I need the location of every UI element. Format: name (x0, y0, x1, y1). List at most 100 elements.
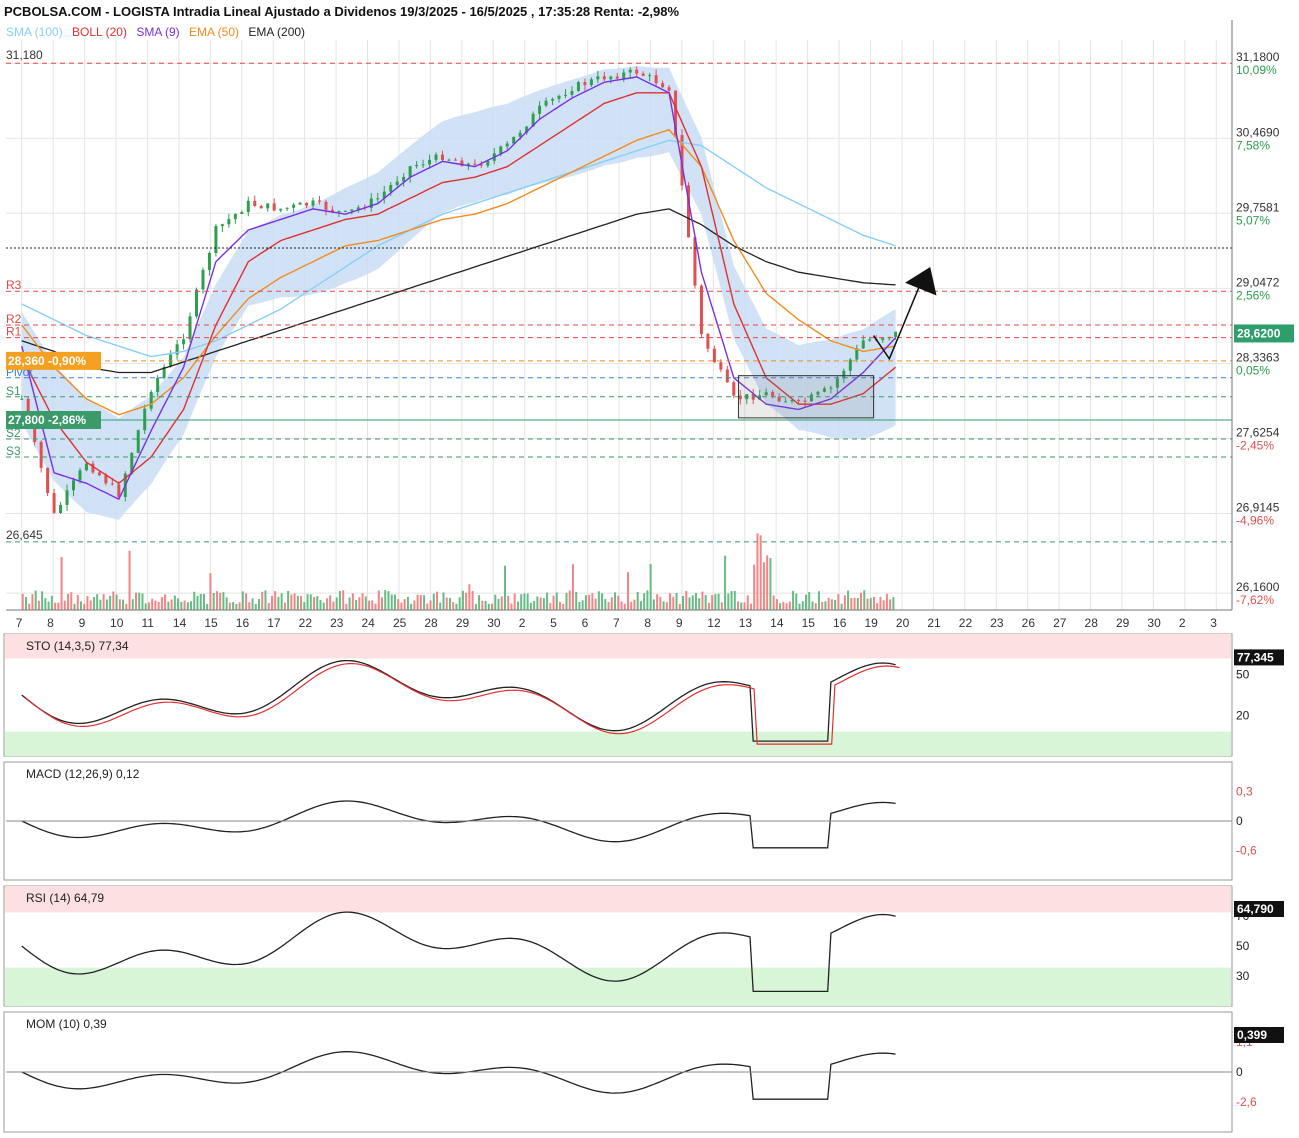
volume-bar (529, 602, 532, 610)
volume-bar (759, 535, 762, 610)
price-tick-label: 27,6254 (1236, 425, 1280, 439)
volume-bar (60, 556, 63, 610)
volume-bar (643, 593, 646, 610)
volume-bar (688, 597, 691, 610)
x-tick-label: 22 (299, 616, 313, 630)
volume-bar (879, 596, 882, 610)
volume-bar (707, 602, 710, 610)
min-label: 26,645 (6, 528, 43, 542)
volume-bar (358, 597, 361, 610)
sto-band (5, 634, 1231, 659)
legend-ema200: EMA (200) (248, 25, 306, 39)
volume-bar (306, 594, 309, 610)
volume-bar (652, 599, 655, 610)
candle-body (110, 483, 114, 485)
volume-bar (232, 602, 235, 610)
candle-body (861, 340, 865, 349)
volume-bar (675, 592, 678, 610)
legend-ema50: EMA (50) (189, 25, 240, 39)
volume-bar (869, 598, 872, 610)
volume-bar (691, 595, 694, 610)
volume-bar (92, 597, 95, 610)
candle-body (143, 408, 147, 431)
volume-bar (67, 593, 70, 610)
volume-bar (733, 590, 736, 610)
volume-bar (753, 564, 756, 610)
x-tick-label: 29 (1116, 616, 1130, 630)
current-price-label: 28,6200 (1237, 326, 1281, 340)
x-tick-label: 14 (173, 616, 187, 630)
candle-body (499, 146, 503, 154)
volume-bar (860, 592, 863, 610)
volume-bar (228, 602, 231, 610)
price-tick-pct: 0,05% (1236, 363, 1270, 377)
x-tick-label: 30 (1147, 616, 1161, 630)
volume-bar (316, 596, 319, 610)
volume-bar (167, 601, 170, 610)
volume-bar (245, 593, 248, 610)
volume-bar (400, 602, 403, 610)
volume-bar (788, 601, 791, 610)
volume-bar (620, 601, 623, 610)
volume-bar (892, 597, 895, 610)
candle-body (343, 210, 347, 212)
candle-body (156, 377, 160, 392)
x-tick-label: 30 (487, 616, 501, 630)
volume-bar (756, 533, 759, 610)
volume-bar (387, 591, 390, 610)
volume-bar (523, 593, 526, 610)
volume-bar (604, 598, 607, 610)
candle-body (72, 480, 76, 491)
volume-bar (432, 593, 435, 610)
volume-bar (313, 596, 316, 610)
price-tick-label: 26,1600 (1236, 580, 1280, 594)
candle-body (195, 289, 199, 317)
volume-bar (623, 603, 626, 610)
x-tick-label: 15 (204, 616, 218, 630)
volume-bar (817, 591, 820, 610)
chart-canvas: R3R2R1PivotS1S2S331,18026,64528,360 -0,9… (3, 20, 1294, 1133)
candle-body (376, 198, 380, 200)
volume-bar (215, 591, 218, 610)
volume-bar (610, 597, 613, 610)
volume-bar (426, 603, 429, 610)
volume-bar (105, 599, 108, 610)
macd-level-label: 0,3 (1236, 785, 1253, 799)
volume-bar (594, 598, 597, 610)
volume-bar (164, 594, 167, 610)
volume-bar (222, 592, 225, 610)
x-tick-label: 19 (864, 616, 878, 630)
volume-bar (183, 600, 186, 610)
volume-bar (115, 594, 118, 610)
volume-bar (737, 601, 740, 610)
candle-body (894, 331, 898, 337)
mom-level-label: 0 (1236, 1065, 1243, 1079)
volume-bar (154, 600, 157, 610)
volume-bar (248, 602, 251, 610)
candle-body (117, 484, 121, 497)
legend-boll20: BOLL (20) (72, 25, 127, 39)
volume-bar (853, 597, 856, 610)
x-tick-label: 28 (424, 616, 438, 630)
volume-bar (384, 590, 387, 610)
macd-level-label: -0,6 (1236, 844, 1257, 858)
volume-bar (76, 594, 79, 610)
volume-bar (190, 601, 193, 610)
volume-bar (749, 603, 752, 610)
volume-bar (552, 595, 555, 610)
volume-bar (746, 595, 749, 610)
volume-bar (639, 601, 642, 610)
volume-bar (293, 593, 296, 610)
candle-body (227, 219, 231, 225)
volume-bar (361, 593, 364, 610)
x-tick-label: 10 (110, 616, 124, 630)
volume-bar (380, 597, 383, 610)
volume-bar (125, 603, 128, 610)
volume-bar (494, 594, 497, 610)
candle-body (149, 391, 153, 409)
legend: SMA (100) BOLL (20) SMA (9) EMA (50) EMA… (6, 25, 311, 39)
candle-body (609, 76, 613, 80)
x-tick-label: 3 (1210, 616, 1217, 630)
volume-bar (70, 592, 73, 610)
price-tick-pct: 7,58% (1236, 138, 1270, 152)
